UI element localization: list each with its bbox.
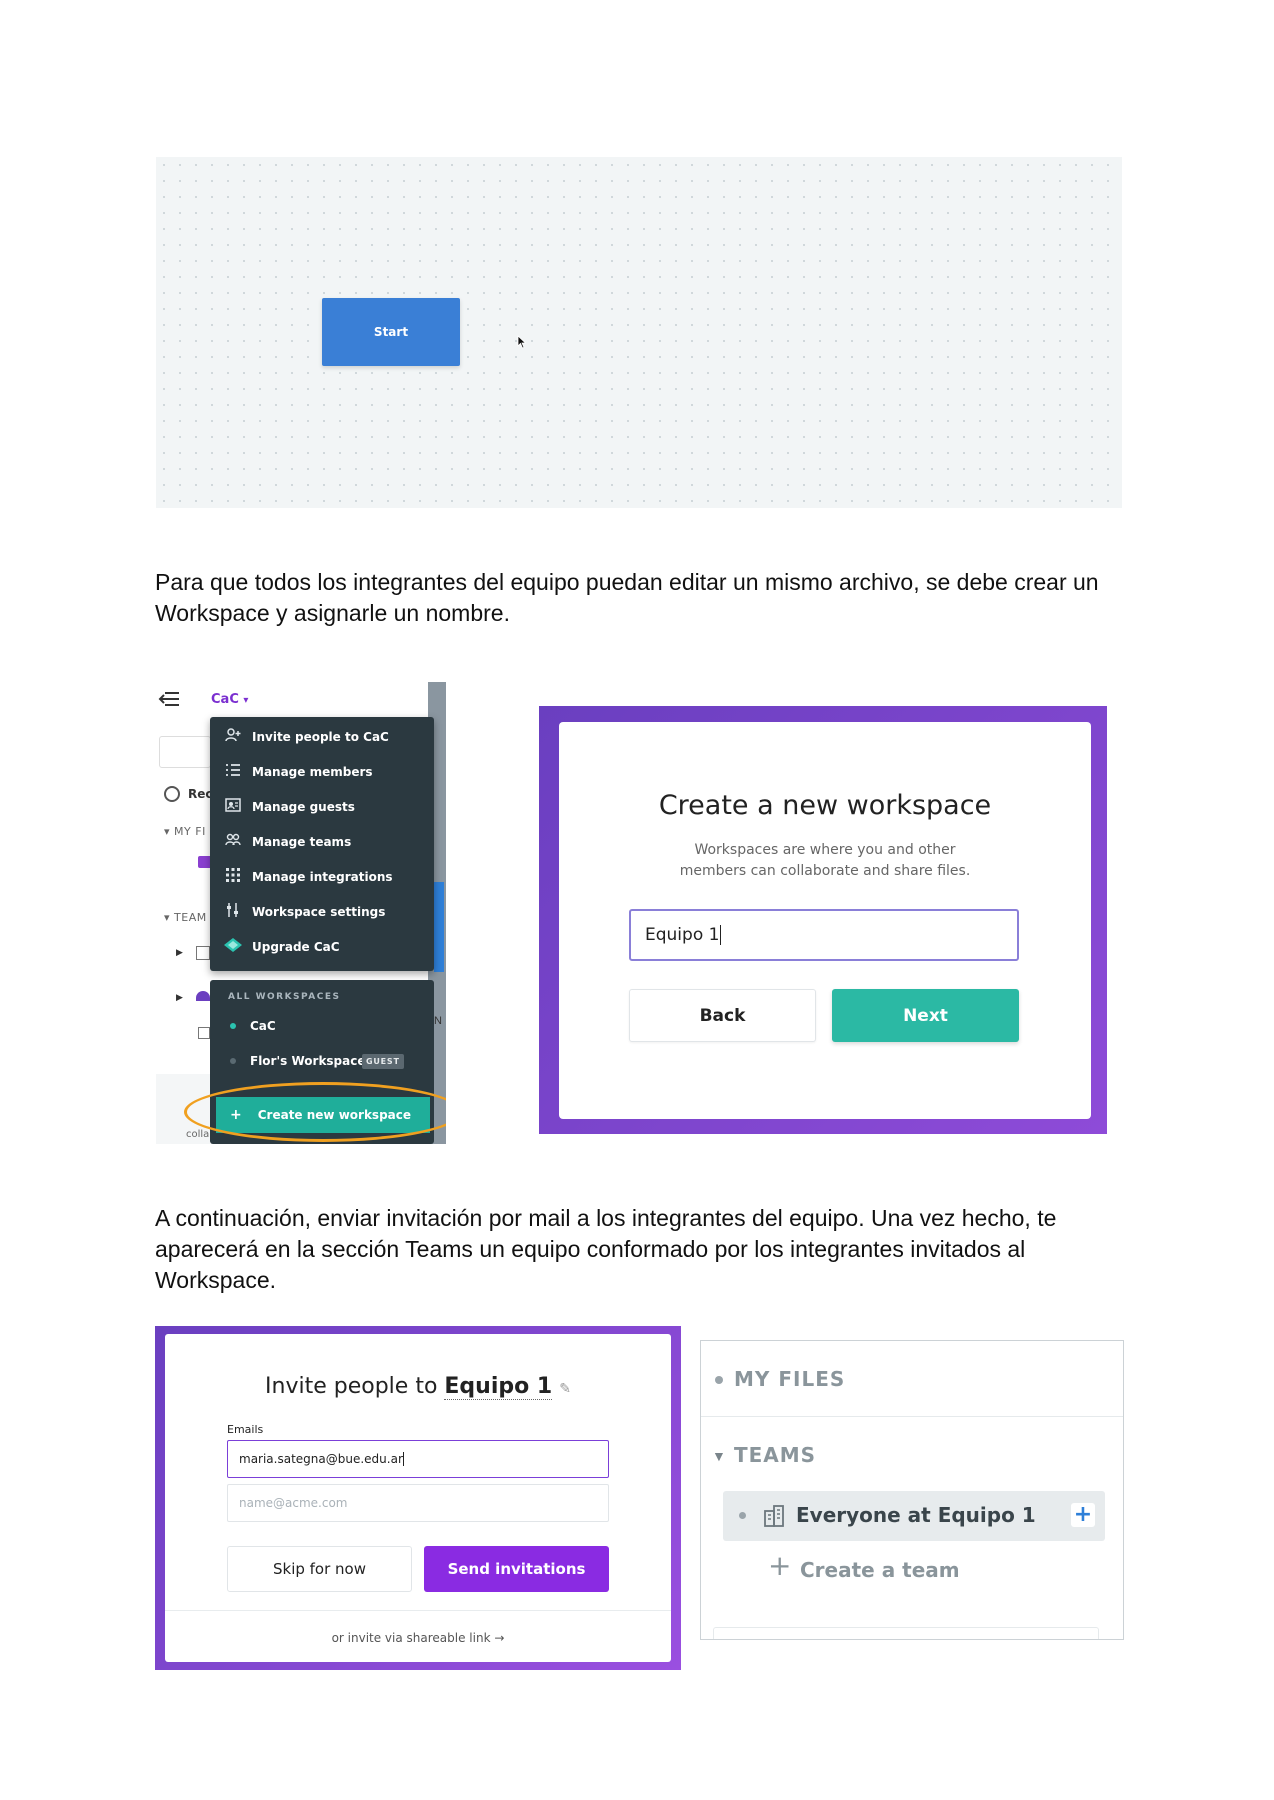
bullet-icon xyxy=(715,1376,723,1384)
collapse-arrow-icon[interactable]: ▼ xyxy=(712,1448,726,1464)
email-input-2[interactable]: name@acme.com xyxy=(227,1484,609,1522)
upgrade-item[interactable]: Upgrade CaC xyxy=(210,930,434,964)
plus-icon: + xyxy=(768,1549,792,1582)
paragraph-1-line-2: Workspace y asignarle un nombre. xyxy=(155,600,510,626)
sliders-icon xyxy=(224,903,242,921)
collapse-sidebar-icon[interactable] xyxy=(158,691,180,707)
create-workspace-description: Workspaces are where you and other membe… xyxy=(679,842,971,879)
archive-icon xyxy=(198,1027,210,1039)
next-section-partial xyxy=(713,1627,1099,1639)
clock-icon xyxy=(164,786,180,802)
create-team-link[interactable]: Create a team xyxy=(800,1558,960,1582)
back-button[interactable]: Back xyxy=(629,989,816,1042)
workspace-switcher[interactable]: CaC ▾ xyxy=(211,692,248,707)
my-files-label-partial: ▾ MY FI xyxy=(164,825,206,838)
manage-teams-item[interactable]: Manage teams xyxy=(210,825,434,859)
skip-for-now-button[interactable]: Skip for now xyxy=(227,1546,412,1592)
paragraph-2-line-1: A continuación, enviar invitación por ma… xyxy=(155,1205,1057,1231)
highlight-ellipse xyxy=(184,1082,446,1142)
building-icon xyxy=(764,1505,784,1527)
recent-label-partial: Rec xyxy=(188,787,213,801)
divider xyxy=(165,1610,671,1611)
all-workspaces-header: ALL WORKSPACES xyxy=(228,992,341,1002)
teams-header[interactable]: TEAMS xyxy=(734,1443,816,1467)
background-text: N xyxy=(434,1015,442,1027)
paragraph-2: A continuación, enviar invitación por ma… xyxy=(155,1203,1135,1296)
android-icon xyxy=(196,991,210,1001)
expand-arrow-icon[interactable]: ▶ xyxy=(176,947,183,958)
workspace-dropdown-menu: Invite people to CaC Manage members Mana… xyxy=(210,717,434,971)
bullet-icon xyxy=(739,1512,746,1519)
next-button[interactable]: Next xyxy=(832,989,1019,1042)
manage-guests-item[interactable]: Manage guests xyxy=(210,790,434,824)
inactive-dot-icon xyxy=(230,1058,236,1064)
canvas-screenshot: Start xyxy=(156,157,1122,508)
search-field-partial xyxy=(159,736,211,768)
workspace-settings-item[interactable]: Workspace settings xyxy=(210,895,434,929)
paragraph-1: Para que todos los integrantes del equip… xyxy=(155,567,1135,629)
text-caret xyxy=(720,925,722,945)
diamond-icon xyxy=(224,938,242,956)
id-card-icon xyxy=(224,798,242,816)
create-workspace-title: Create a new workspace xyxy=(658,790,992,821)
workspace-menu-screenshot: CaC ▾ Rec ▾ MY FI ▾ TEAM ▶ ▶ N collabora… xyxy=(156,682,446,1144)
email-input-1[interactable]: maria.sategna@bue.edu.ar xyxy=(227,1440,609,1478)
people-icon xyxy=(224,833,242,851)
manage-integrations-item[interactable]: Manage integrations xyxy=(210,860,434,894)
divider xyxy=(701,1416,1123,1417)
shareable-link[interactable]: or invite via shareable link → xyxy=(165,1631,671,1645)
my-files-header[interactable]: MY FILES xyxy=(734,1367,845,1391)
add-icon[interactable]: + xyxy=(1071,1503,1095,1527)
manage-members-item[interactable]: Manage members xyxy=(210,755,434,789)
teams-label-partial: ▾ TEAM xyxy=(164,911,207,924)
background-accent xyxy=(434,882,444,972)
arrow-right-icon: → xyxy=(494,1631,505,1645)
team-name-editable[interactable]: Equipo 1 xyxy=(444,1374,553,1400)
teams-panel-screenshot: MY FILES ▼ TEAMS Everyone at Equipo 1 + … xyxy=(700,1340,1124,1640)
grid-icon xyxy=(224,868,242,886)
pencil-icon[interactable]: ✎ xyxy=(559,1381,571,1397)
guest-badge: GUEST xyxy=(362,1054,404,1069)
invite-people-screenshot: Invite people to Equipo 1 ✎ Emails maria… xyxy=(155,1326,681,1670)
invite-title: Invite people to Equipo 1 ✎ xyxy=(265,1374,571,1400)
person-plus-icon xyxy=(224,728,242,746)
invite-people-item[interactable]: Invite people to CaC xyxy=(210,720,434,754)
chevron-down-icon: ▾ xyxy=(243,695,249,706)
start-node[interactable]: Start xyxy=(322,298,460,366)
active-dot-icon xyxy=(230,1023,236,1029)
team-icon xyxy=(196,946,210,960)
workspace-switcher-label: CaC xyxy=(211,692,239,707)
paragraph-1-line-1: Para que todos los integrantes del equip… xyxy=(155,569,1099,595)
workspace-name-input[interactable]: Equipo 1 xyxy=(629,909,1019,961)
mouse-cursor-icon xyxy=(517,335,527,349)
create-workspace-screenshot: Create a new workspace Workspaces are wh… xyxy=(539,706,1107,1134)
invite-card: Invite people to Equipo 1 ✎ Emails maria… xyxy=(165,1334,671,1662)
paragraph-2-line-3: Workspace. xyxy=(155,1267,277,1293)
paragraph-2-line-2: aparecerá en la sección Teams un equipo … xyxy=(155,1236,1026,1262)
expand-arrow-icon[interactable]: ▶ xyxy=(176,992,183,1003)
list-icon xyxy=(224,763,242,781)
create-workspace-card: Create a new workspace Workspaces are wh… xyxy=(559,722,1091,1119)
text-caret xyxy=(402,1452,404,1466)
workspace-item-flors[interactable]: Flor's Workspace GUEST xyxy=(210,1045,434,1077)
workspace-item-cac[interactable]: CaC xyxy=(210,1010,434,1042)
send-invitations-button[interactable]: Send invitations xyxy=(424,1546,609,1592)
emails-label: Emails xyxy=(227,1423,264,1436)
team-item-everyone[interactable]: Everyone at Equipo 1 + xyxy=(723,1491,1105,1541)
